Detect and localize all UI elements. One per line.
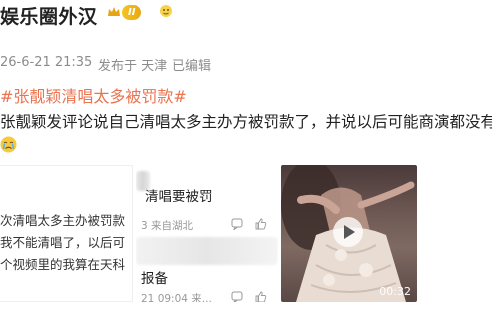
fan-icon (160, 5, 172, 17)
post-location: 发布于 天津 (98, 59, 168, 74)
image-text-line: 个视频里的我算在天科 (0, 257, 126, 272)
edited-link[interactable]: 已编辑 (172, 55, 211, 74)
post-body-text: 张靓颖发评论说自己清唱太多主办方被罚款了，并说以后可能商演都没有 (0, 113, 492, 131)
post-time: 26-6-21 21:35 (0, 55, 93, 70)
like-icon (255, 218, 267, 230)
user-name[interactable]: 娱乐圈外汉 (0, 2, 98, 29)
crown-icon (108, 7, 120, 16)
crying-emoji-icon (0, 136, 17, 153)
blurred-region (136, 237, 278, 265)
video-thumbnail[interactable]: 00:32 (281, 165, 417, 302)
hashtag-link[interactable]: #张靓颖清唱太多被罚款# (0, 83, 187, 107)
comment-meta: 21 09:04 来... (141, 293, 212, 302)
comment-text: 清唱要被罚 (145, 189, 213, 205)
video-duration: 00:32 (379, 285, 411, 298)
comment-text: 报备 (141, 271, 168, 287)
post-image-1[interactable]: 次清唱太多主办被罚款 我不能清唱了，以后可 个视频里的我算在天科 (0, 165, 133, 302)
image-text-line: 次清唱太多主办被罚款 (0, 213, 126, 228)
post-image-2[interactable]: 清唱要被罚 3 来自湖北 报备 21 09:04 来... (136, 165, 278, 302)
play-icon[interactable] (333, 217, 363, 247)
comment-meta: 3 来自湖北 (141, 220, 194, 232)
image-text-line: 我不能清唱了，以后可 (0, 235, 126, 250)
level-badge[interactable]: II (122, 5, 142, 20)
like-icon (255, 291, 267, 302)
comment-icon (231, 218, 243, 230)
comment-icon (231, 291, 243, 302)
